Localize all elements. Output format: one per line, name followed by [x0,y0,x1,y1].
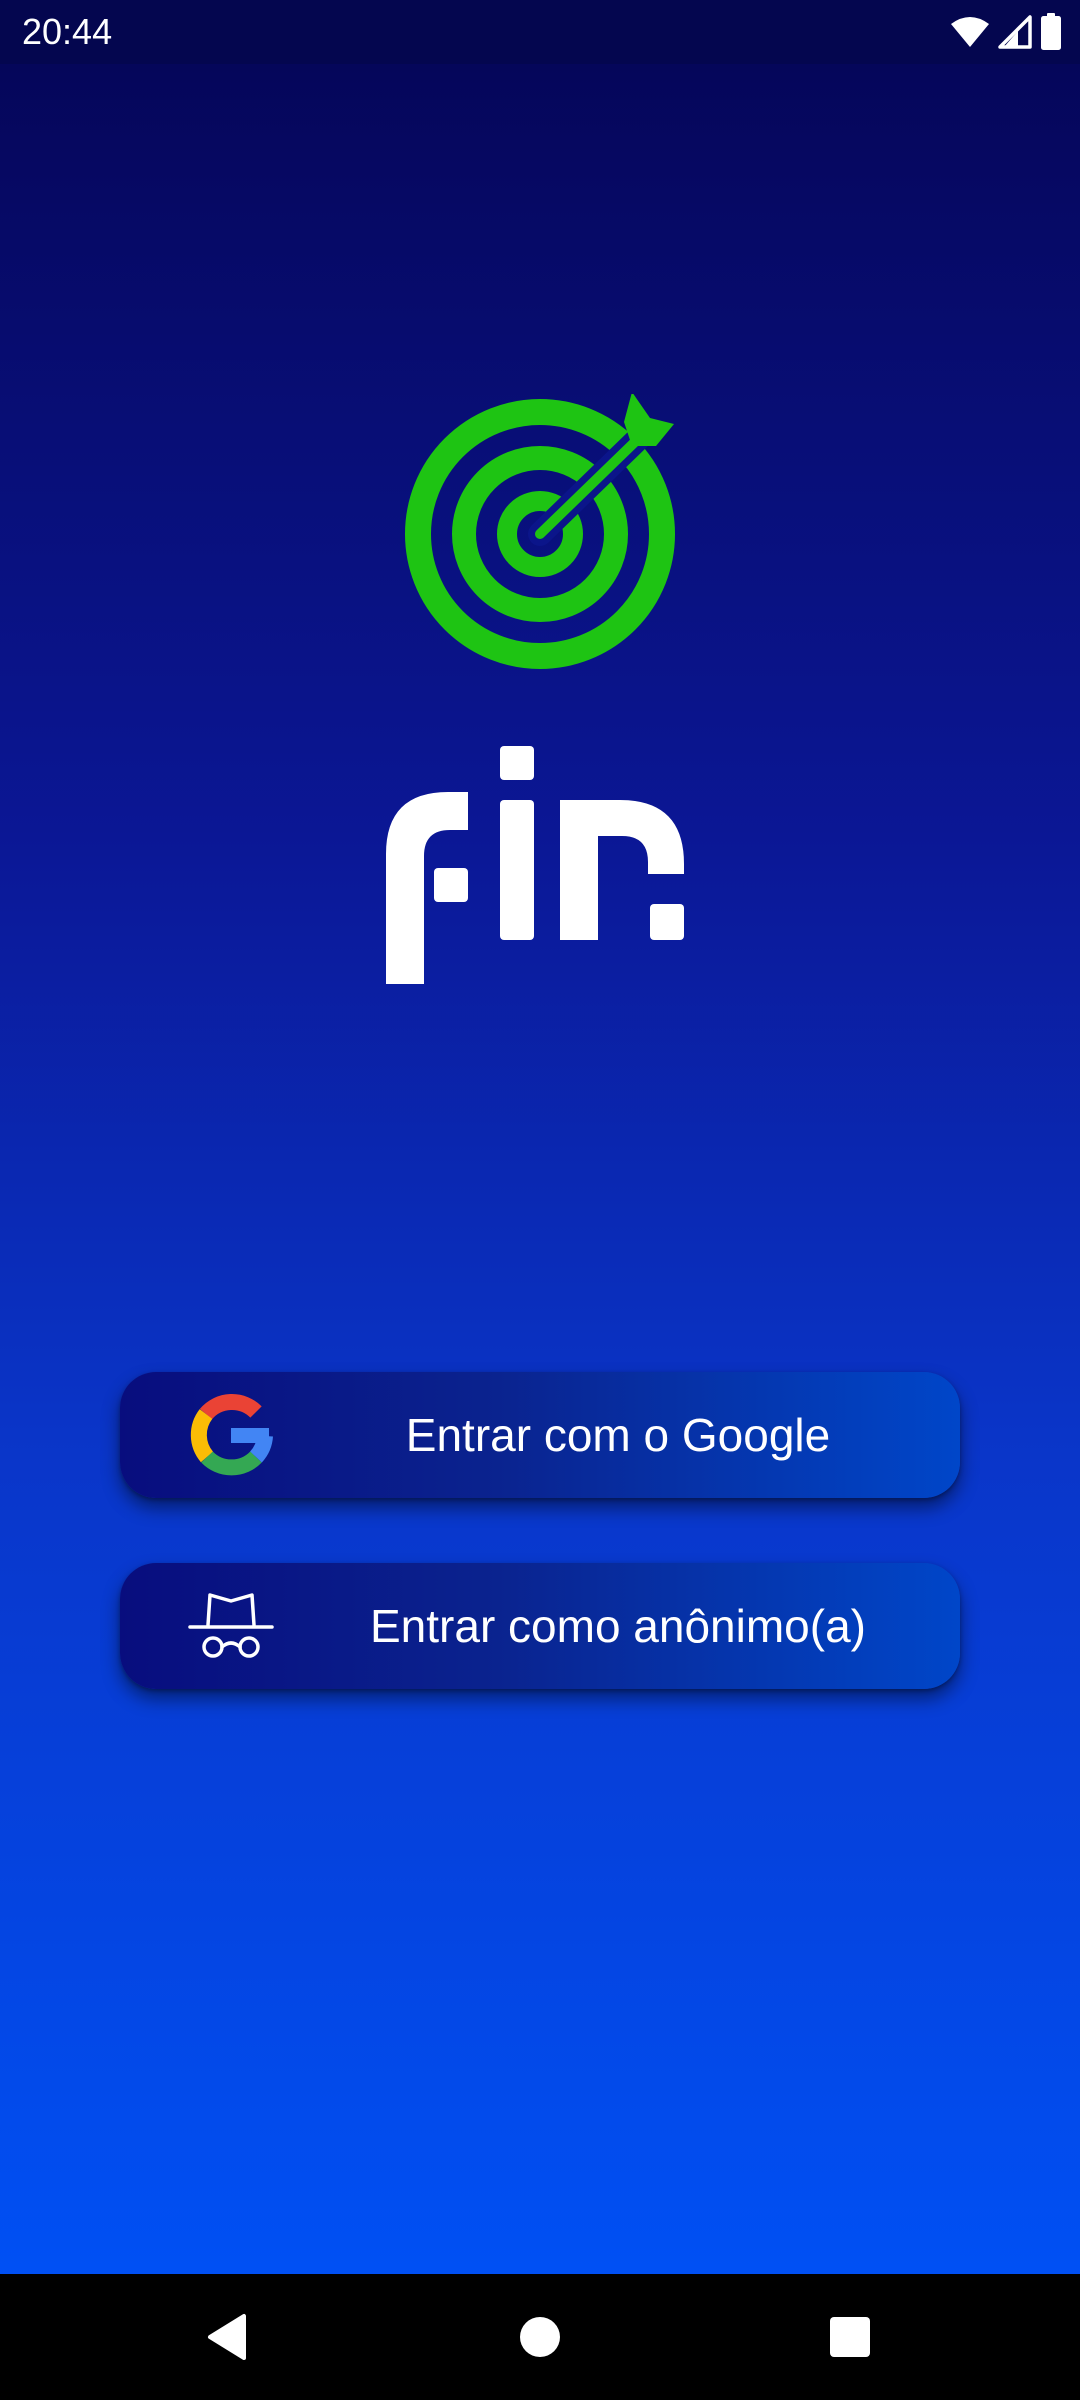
target-arrow-logo [386,392,684,984]
cell-signal-icon [998,15,1032,49]
navigation-bar [0,2274,1080,2400]
home-icon[interactable] [505,2302,575,2372]
status-bar: 20:44 [0,0,1080,64]
app-logo [370,392,710,984]
google-login-label: Entrar com o Google [405,1409,831,1461]
google-icon [190,1394,273,1476]
back-icon[interactable] [190,2302,260,2372]
google-login-button[interactable]: Entrar com o Google [120,1372,960,1498]
anonymous-login-label: Entrar como anônimo(a) [370,1600,866,1652]
wifi-icon [951,17,989,47]
incognito-icon [188,1593,274,1658]
status-time: 20:44 [22,11,113,52]
recents-icon[interactable] [815,2302,885,2372]
status-icons [950,12,1062,52]
battery-icon [1041,13,1061,50]
anonymous-login-button[interactable]: Entrar como anônimo(a) [120,1563,960,1689]
login-screen: Entrar com o Google Entrar como anônimo(… [0,64,1080,2274]
